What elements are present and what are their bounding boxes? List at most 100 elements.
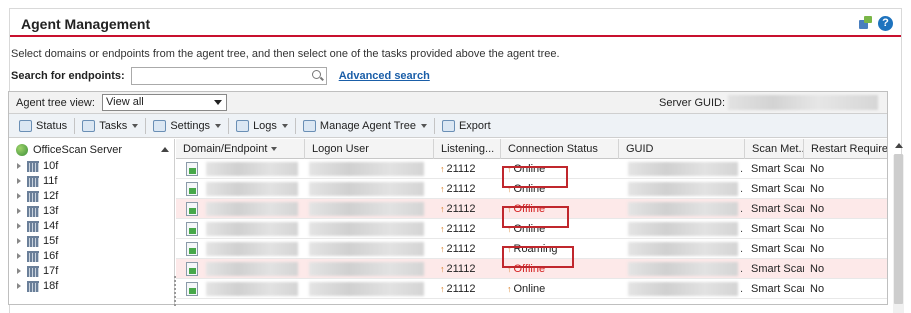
tree-item[interactable]: 15f: [17, 235, 58, 247]
chevron-down-icon: [215, 123, 222, 128]
tree-item-label: 13f: [43, 205, 59, 217]
tree-item-label: 11f: [43, 175, 58, 187]
gear-icon: [153, 119, 167, 132]
listening-port-cell: ↑ 21112: [434, 159, 501, 179]
listening-port-cell: ↑ 21112: [434, 219, 501, 239]
logon-user-redacted: [309, 202, 424, 216]
connection-status-cell: ↑ Online: [501, 279, 619, 299]
settings-button[interactable]: Settings: [148, 117, 226, 135]
tasks-button[interactable]: Tasks: [77, 117, 143, 135]
expand-triangle-icon[interactable]: [17, 283, 21, 289]
tree-item-label: 15f: [43, 235, 59, 247]
table-row[interactable]: ↑ 21112 ↑ Online. Smart Scan No: [176, 279, 887, 299]
help-icon[interactable]: ?: [878, 16, 893, 31]
expand-triangle-icon[interactable]: [17, 208, 21, 214]
tree-item[interactable]: 18f: [17, 280, 58, 292]
grid-scrollbar-thumb[interactable]: [894, 154, 903, 304]
listening-port-cell: ↑ 21112: [434, 199, 501, 219]
guid-ellipsis: .: [740, 223, 744, 235]
guid-redacted: [628, 202, 738, 216]
logon-user-redacted: [309, 162, 424, 176]
tree-item[interactable]: 10f: [17, 160, 58, 172]
advanced-search-link[interactable]: Advanced search: [339, 70, 430, 82]
tree-item[interactable]: 12f: [17, 190, 58, 202]
guid-redacted: [628, 262, 738, 276]
status-button[interactable]: Status: [14, 117, 72, 135]
column-header-listening[interactable]: Listening...: [434, 139, 501, 159]
scan-method-cell: Smart Scan: [751, 263, 804, 275]
status-icon: [19, 119, 32, 132]
export-button[interactable]: Export: [437, 117, 496, 135]
export-label: Export: [458, 119, 491, 132]
tree-view-select[interactable]: View all: [102, 94, 227, 111]
column-header-logon-user[interactable]: Logon User: [305, 139, 434, 159]
scan-method-cell: Smart Scan: [751, 243, 804, 255]
expand-triangle-icon[interactable]: [17, 163, 21, 169]
globe-icon: [16, 144, 28, 156]
column-header-domain[interactable]: Domain/Endpoint: [176, 139, 305, 159]
arrow-up-icon: ↑: [440, 244, 445, 254]
guid-redacted: [628, 242, 738, 256]
status-label: Status: [36, 119, 68, 132]
endpoint-status-icon: [186, 282, 198, 296]
manage-agent-tree-button[interactable]: Manage Agent Tree: [298, 117, 432, 135]
expand-triangle-icon[interactable]: [17, 178, 21, 184]
expand-triangle-icon[interactable]: [17, 193, 21, 199]
toolbar-divider: [433, 117, 435, 134]
search-input[interactable]: [131, 68, 302, 84]
title-bar: Agent Management ?: [10, 9, 901, 37]
endpoint-status-icon: [186, 182, 198, 196]
logon-user-redacted: [309, 262, 424, 276]
server-guid-label: Server GUID:: [659, 97, 726, 109]
expand-triangle-icon[interactable]: [17, 238, 21, 244]
logs-button[interactable]: Logs: [231, 117, 293, 135]
tree-root[interactable]: OfficeScan Server: [16, 144, 122, 156]
domain-building-icon: [27, 280, 39, 292]
toolbar-divider: [74, 117, 76, 134]
domain-building-icon: [27, 190, 39, 202]
tree-root-label: OfficeScan Server: [33, 144, 123, 156]
tree-item[interactable]: 13f: [17, 205, 58, 217]
tree-item[interactable]: 11f: [17, 175, 57, 187]
scan-method-cell: Smart Scan: [751, 223, 804, 235]
export-icon: [441, 119, 455, 132]
column-header-restart-required[interactable]: Restart Required: [804, 139, 887, 159]
expand-triangle-icon[interactable]: [17, 223, 21, 229]
column-header-scan-method[interactable]: Scan Met...: [745, 139, 804, 159]
listening-port-cell: ↑ 21112: [434, 179, 501, 199]
scan-method-cell: Smart Scan: [751, 183, 804, 195]
expand-triangle-icon[interactable]: [17, 268, 21, 274]
toolbar-divider: [145, 117, 147, 134]
search-label: Search for endpoints:: [11, 70, 125, 82]
column-header-connection-status[interactable]: Connection Status: [501, 139, 619, 159]
guid-ellipsis: .: [740, 263, 744, 275]
splitter-handle[interactable]: [174, 276, 176, 306]
guid-ellipsis: .: [740, 183, 744, 195]
page-title: Agent Management: [21, 16, 151, 32]
domain-building-icon: [27, 205, 39, 217]
tree-item[interactable]: 14f: [17, 220, 58, 232]
guid-redacted: [628, 182, 738, 196]
grid-header: Domain/Endpoint Logon User Listening... …: [176, 139, 887, 159]
guid-ellipsis: .: [740, 243, 744, 255]
endpoint-status-icon: [186, 222, 198, 236]
logs-icon: [236, 119, 250, 132]
tree-item-label: 12f: [43, 190, 59, 202]
tree-scroll-up-icon[interactable]: [161, 147, 169, 152]
sync-icon[interactable]: [858, 16, 872, 30]
domain-building-icon: [27, 265, 39, 277]
search-icon[interactable]: [311, 70, 321, 79]
expand-triangle-icon[interactable]: [17, 253, 21, 259]
domain-building-icon: [27, 250, 39, 262]
scan-method-cell: Smart Scan: [751, 283, 804, 295]
guid-redacted: [628, 282, 738, 296]
tree-item-label: 17f: [43, 265, 59, 277]
listening-port-cell: ↑ 21112: [434, 239, 501, 259]
grid-scroll-up-icon[interactable]: [895, 143, 903, 148]
tree-item[interactable]: 16f: [17, 250, 58, 262]
restart-required-cell: No: [810, 183, 825, 195]
arrow-up-icon: ↑: [440, 284, 445, 294]
tasks-label: Tasks: [99, 119, 128, 132]
tree-item[interactable]: 17f: [17, 265, 58, 277]
column-header-guid[interactable]: GUID: [619, 139, 745, 159]
